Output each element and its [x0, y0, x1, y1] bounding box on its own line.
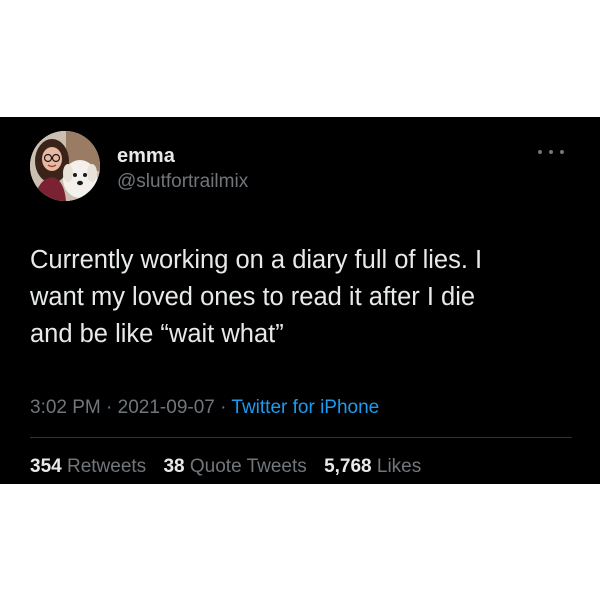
likes-label: Likes	[376, 456, 422, 477]
meta-separator: ·	[100, 397, 118, 418]
retweets-stat[interactable]: 354 Retweets	[30, 456, 146, 477]
avatar[interactable]	[30, 131, 100, 201]
user-handle[interactable]: @slutfortrailmix	[117, 170, 248, 194]
likes-stat[interactable]: 5,768 Likes	[324, 456, 421, 477]
likes-count: 5,768	[324, 456, 372, 477]
quote-tweets-label: Quote Tweets	[189, 456, 307, 477]
dot	[538, 150, 542, 154]
avatar-image	[30, 131, 100, 201]
tweet-text: Currently working on a diary full of lie…	[30, 246, 483, 348]
more-horizontal-icon[interactable]	[538, 147, 564, 157]
tweet-source-link[interactable]: Twitter for iPhone	[231, 397, 379, 418]
display-name[interactable]: emma	[117, 144, 175, 168]
quote-tweets-count: 38	[163, 456, 185, 477]
divider	[30, 437, 572, 438]
tweet-card: emma @slutfortrailmix Currently working …	[0, 117, 600, 484]
tweet-date[interactable]: 2021-09-07	[118, 397, 215, 418]
meta-separator: ·	[214, 397, 232, 418]
tweet-stats: 354 Retweets 38 Quote Tweets 5,768 Likes	[30, 455, 433, 479]
retweets-count: 354	[30, 456, 62, 477]
dot	[549, 150, 553, 154]
quote-tweets-stat[interactable]: 38 Quote Tweets	[163, 456, 306, 477]
retweets-label: Retweets	[66, 456, 147, 477]
tweet-time[interactable]: 3:02 PM	[30, 397, 101, 418]
dot	[560, 150, 564, 154]
tweet-metadata: 3:02 PM · 2021-09-07 · Twitter for iPhon…	[30, 396, 379, 420]
